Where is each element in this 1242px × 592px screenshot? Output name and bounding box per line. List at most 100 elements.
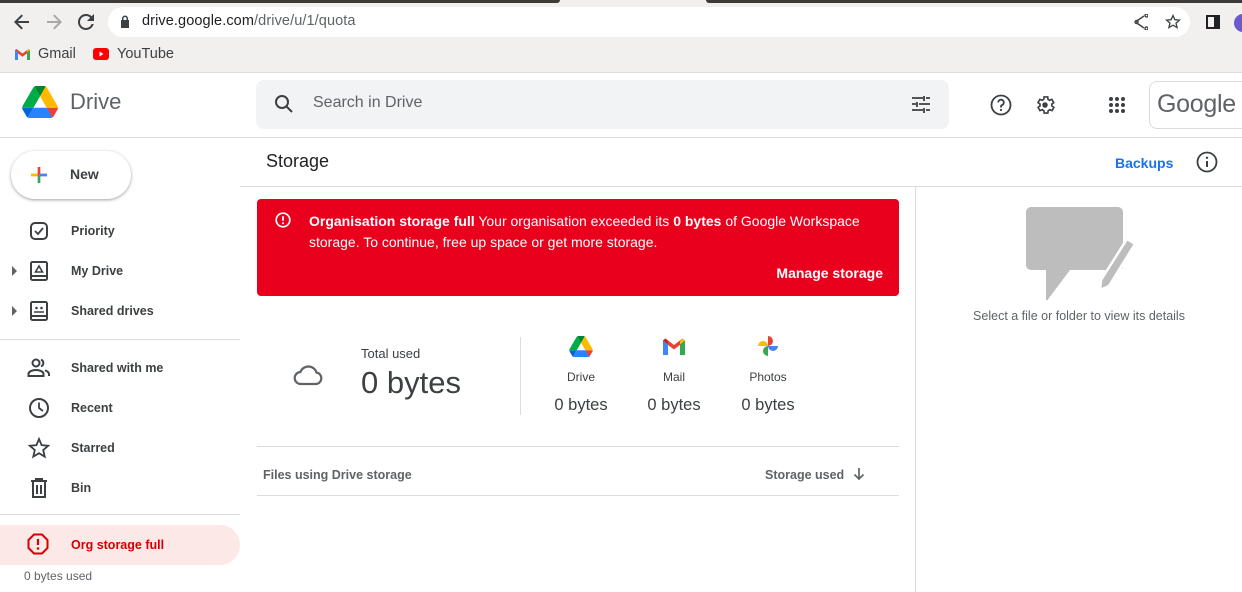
total-used-value: 0 bytes [361, 365, 461, 400]
address-bar[interactable]: drive.google.com/drive/u/1/quota [108, 7, 1190, 37]
reload-icon [78, 14, 94, 30]
storage-full-alert: Organisation storage full Your organisat… [257, 199, 899, 296]
bookmark-label: Gmail [38, 46, 76, 62]
backups-link[interactable]: Backups [1115, 155, 1173, 171]
search-input[interactable]: Search in Drive [313, 94, 422, 112]
table-top-divider [257, 446, 899, 447]
arrow-back-icon [14, 14, 29, 30]
profile-avatar[interactable] [1234, 14, 1242, 32]
sidebar-item-bin[interactable]: Bin [0, 468, 240, 508]
priority-icon [27, 219, 51, 243]
org-storage-full-label: Org storage full [71, 538, 165, 552]
sidebar-item-recent[interactable]: Recent [0, 388, 240, 428]
info-icon[interactable] [1196, 151, 1218, 173]
search-bar[interactable]: Search in Drive [256, 80, 949, 129]
app-header: Drive Search in Drive Google [0, 73, 1242, 138]
sidebar-item-starred[interactable]: Starred [0, 428, 240, 468]
plus-icon [31, 167, 47, 183]
share-icon[interactable] [1132, 14, 1148, 30]
browser-toolbar: drive.google.com/drive/u/1/quota [0, 3, 1242, 41]
service-mail: Mail 0 bytes [634, 334, 714, 415]
support-button[interactable] [989, 93, 1013, 117]
trash-icon [27, 476, 51, 500]
details-empty-text: Select a file or folder to view its deta… [973, 309, 1185, 323]
alert-text: Your organisation exceeded its [474, 213, 674, 229]
star-icon [27, 436, 51, 460]
google-photos-icon [758, 336, 778, 356]
sidebar-item-label: Shared with me [71, 361, 164, 375]
gmail-icon [15, 48, 30, 60]
sidebar-item-label: My Drive [71, 264, 124, 278]
arrow-forward-icon [47, 14, 62, 30]
shared-with-me-icon [27, 356, 51, 380]
expand-caret-icon[interactable] [12, 266, 17, 276]
new-button-label: New [70, 166, 99, 182]
cloud-icon [293, 365, 323, 386]
sidebar-item-priority[interactable]: Priority [0, 211, 240, 251]
service-name: Mail [662, 370, 685, 384]
alert-quota: 0 bytes [673, 213, 722, 229]
settings-button[interactable] [1033, 93, 1057, 117]
column-header-files: Files using Drive storage [263, 468, 412, 482]
google-account-button[interactable]: Google [1149, 81, 1242, 129]
url-text: drive.google.com/drive/u/1/quota [142, 13, 356, 29]
apps-grid-icon [1109, 97, 1125, 113]
service-value: 0 bytes [647, 396, 701, 414]
search-icon[interactable] [274, 94, 294, 114]
clock-icon [27, 396, 51, 420]
bookmark-gmail[interactable]: Gmail [15, 46, 76, 62]
forward-button[interactable] [41, 9, 67, 35]
gear-icon [1036, 96, 1055, 114]
shared-drives-icon [27, 299, 51, 323]
reload-button[interactable] [73, 9, 99, 35]
sort-descending-icon[interactable] [851, 466, 867, 482]
sidebar-item-shared-drives[interactable]: Shared drives [0, 291, 240, 331]
manage-storage-button[interactable]: Manage storage [776, 265, 883, 281]
sidebar-item-org-storage-full[interactable]: Org storage full [0, 525, 240, 565]
sidebar-item-my-drive[interactable]: My Drive [0, 251, 240, 291]
search-options-icon[interactable] [911, 94, 931, 114]
alert-message: Organisation storage full Your organisat… [309, 211, 884, 253]
my-drive-icon [27, 259, 51, 283]
storage-used-text: 0 bytes used [24, 569, 93, 583]
column-header-storage-used[interactable]: Storage used [765, 468, 844, 482]
google-drive-icon [569, 335, 593, 357]
sidebar-item-label: Priority [71, 224, 115, 238]
service-photos: Photos 0 bytes [728, 334, 808, 415]
sidebar-item-shared-with-me[interactable]: Shared with me [0, 348, 240, 388]
header-divider [240, 186, 1242, 187]
details-pane-divider [915, 187, 916, 592]
side-panel-icon[interactable] [1206, 15, 1220, 29]
sidebar-item-label: Recent [71, 401, 113, 415]
app-name: Drive [70, 89, 122, 114]
service-name: Drive [566, 370, 595, 384]
back-button[interactable] [9, 9, 35, 35]
google-drive-logo-icon [22, 86, 58, 118]
service-value: 0 bytes [741, 396, 795, 414]
alert-title: Organisation storage full [309, 213, 475, 229]
drive-logo[interactable]: Drive [22, 86, 121, 118]
youtube-icon [93, 48, 109, 60]
storage-summary-divider [520, 337, 521, 415]
bookmark-label: YouTube [117, 46, 174, 62]
gmail-icon [663, 338, 685, 355]
google-apps-button[interactable] [1105, 93, 1129, 117]
service-drive: Drive 0 bytes [541, 334, 621, 415]
total-used-label: Total used [361, 346, 421, 361]
service-value: 0 bytes [554, 396, 608, 414]
url-path: /drive/u/1/quota [254, 13, 356, 29]
new-button[interactable]: New [11, 151, 131, 199]
service-name: Photos [749, 370, 787, 384]
sidebar-divider [0, 339, 240, 340]
error-octagon-icon [27, 533, 49, 560]
expand-caret-icon[interactable] [12, 306, 17, 316]
bookmarks-bar: Gmail YouTube [0, 41, 1242, 73]
details-empty-illustration-icon [1026, 207, 1135, 300]
sidebar-divider [0, 514, 240, 515]
table-header-divider [257, 495, 899, 496]
url-host: drive.google.com [142, 13, 255, 29]
page-title: Storage [266, 151, 330, 171]
bookmark-star-icon[interactable] [1165, 14, 1181, 30]
bookmark-youtube[interactable]: YouTube [93, 46, 174, 62]
error-icon [275, 212, 291, 228]
